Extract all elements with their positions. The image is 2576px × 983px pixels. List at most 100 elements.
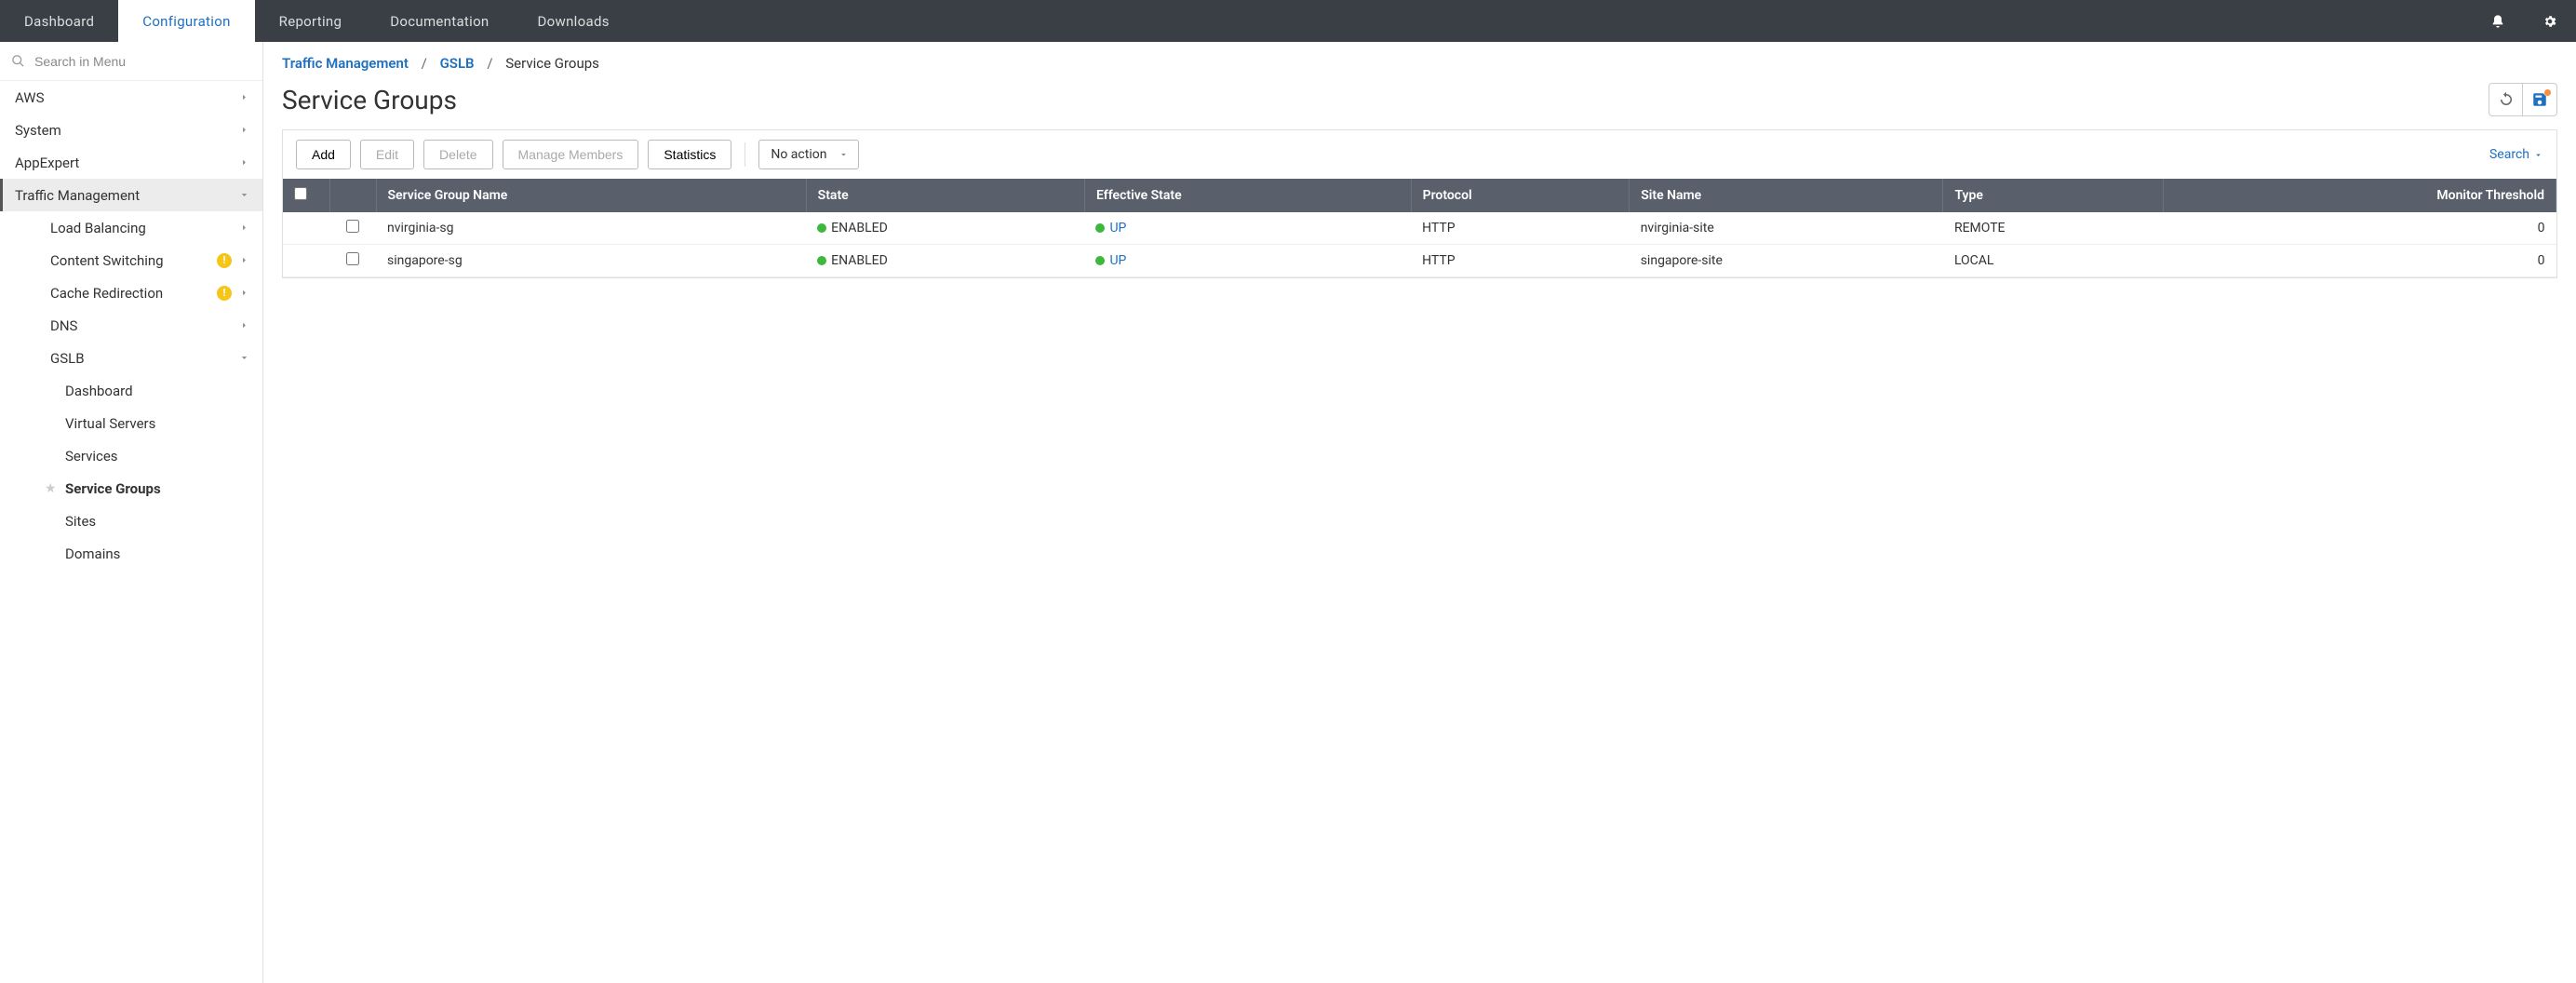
col-blank — [329, 179, 376, 212]
bell-icon — [2490, 14, 2505, 29]
row-checkbox[interactable] — [346, 252, 359, 265]
cell-state: ENABLED — [806, 245, 1084, 277]
cell-effective-state: UP — [1084, 245, 1411, 277]
main-content: Traffic Management / GSLB / Service Grou… — [263, 42, 2576, 983]
breadcrumb-sep: / — [422, 55, 427, 72]
search-label: Search — [2489, 147, 2529, 162]
statistics-button[interactable]: Statistics — [648, 140, 731, 169]
sidebar-item-traffic-management[interactable]: Traffic Management — [0, 179, 262, 211]
settings-button[interactable] — [2524, 0, 2576, 42]
action-select-label: No action — [771, 147, 826, 162]
status-dot-icon — [817, 256, 826, 265]
chevron-down-icon — [2533, 150, 2543, 160]
select-all-checkbox[interactable] — [294, 187, 307, 200]
cell-threshold: 0 — [2163, 245, 2556, 277]
sidebar-item-label: Dashboard — [65, 383, 249, 399]
sidebar-item-dashboard[interactable]: Dashboard — [0, 374, 262, 407]
title-row: Service Groups — [282, 83, 2557, 116]
col-select-all — [283, 179, 329, 212]
refresh-icon — [2498, 91, 2515, 108]
cell-protocol: HTTP — [1411, 245, 1630, 277]
cell-state: ENABLED — [806, 212, 1084, 245]
search-toggle[interactable]: Search — [2489, 147, 2543, 162]
sidebar-item-appexpert[interactable]: AppExpert — [0, 146, 262, 179]
search-icon — [11, 54, 25, 68]
sidebar-item-label: Load Balancing — [50, 220, 239, 236]
status-dot-icon — [817, 223, 826, 233]
sidebar-item-domains[interactable]: Domains — [0, 537, 262, 570]
cell-threshold: 0 — [2163, 212, 2556, 245]
sidebar: AWS System AppExpert Traffic Management Load… — [0, 42, 263, 983]
sidebar-item-aws[interactable]: AWS — [0, 81, 262, 114]
table-row[interactable]: singapore-sgENABLEDUPHTTPsingapore-siteL… — [283, 245, 2556, 277]
sidebar-item-services[interactable]: Services — [0, 439, 262, 472]
table-row[interactable]: nvirginia-sgENABLED UP HTTPnvirginia-siteR… — [283, 212, 2556, 245]
status-dot-icon — [1095, 256, 1105, 265]
sidebar-item-label: Traffic Management — [15, 187, 239, 204]
sidebar-item-label: System — [15, 122, 239, 139]
sidebar-item-cache-redirection[interactable]: Cache Redirection! — [0, 276, 262, 309]
cell-effective-state: UP — [1084, 212, 1411, 245]
effective-state-link[interactable]: UP — [1109, 221, 1126, 236]
sidebar-item-content-switching[interactable]: Content Switching! — [0, 244, 262, 276]
col-protocol[interactable]: Protocol — [1411, 179, 1630, 212]
delete-button[interactable]: Delete — [423, 140, 492, 169]
col-state[interactable]: State — [806, 179, 1084, 212]
toolbar: Add Edit Delete Manage Members Statistic… — [283, 130, 2556, 179]
nav-tab-documentation[interactable]: Documentation — [366, 0, 513, 42]
refresh-button[interactable] — [2489, 84, 2523, 115]
sidebar-item-label: AWS — [15, 89, 239, 106]
cell-type: LOCAL — [1943, 245, 2163, 277]
sidebar-item-label: Content Switching — [50, 252, 217, 269]
sidebar-item-label: GSLB — [50, 350, 239, 367]
sidebar-item-dns[interactable]: DNS — [0, 309, 262, 342]
sidebar-item-virtual-servers[interactable]: Virtual Servers — [0, 407, 262, 439]
cell-site: nvirginia-site — [1630, 212, 1943, 245]
sidebar-menu: AWS System AppExpert Traffic Management Load… — [0, 81, 262, 983]
col-site-name[interactable]: Site Name — [1630, 179, 1943, 212]
action-select[interactable]: No action — [758, 140, 859, 169]
col-effective-state[interactable]: Effective State — [1084, 179, 1411, 212]
sidebar-item-system[interactable]: System — [0, 114, 262, 146]
cell-protocol: HTTP — [1411, 212, 1630, 245]
save-button[interactable] — [2523, 84, 2556, 115]
sidebar-item-gslb[interactable]: GSLB — [0, 342, 262, 374]
effective-state-link[interactable]: UP — [1109, 253, 1126, 268]
nav-tab-reporting[interactable]: Reporting — [255, 0, 367, 42]
breadcrumb-gslb[interactable]: GSLB — [440, 55, 475, 72]
nav-tab-configuration[interactable]: Configuration — [118, 0, 254, 42]
cell-site: singapore-site — [1630, 245, 1943, 277]
cell-type: REMOTE — [1943, 212, 2163, 245]
unsaved-dot-icon — [2544, 89, 2551, 96]
nav-tab-downloads[interactable]: Downloads — [514, 0, 634, 42]
sidebar-item-label: Virtual Servers — [65, 415, 249, 432]
edit-button[interactable]: Edit — [360, 140, 414, 169]
nav-tab-dashboard[interactable]: Dashboard — [0, 0, 118, 42]
breadcrumb-sep: / — [487, 55, 492, 72]
gear-icon — [2542, 14, 2557, 29]
notifications-button[interactable] — [2472, 0, 2524, 42]
cell-name: nvirginia-sg — [376, 212, 806, 245]
add-button[interactable]: Add — [296, 140, 351, 169]
sidebar-item-label: Services — [65, 448, 249, 465]
manage-members-button[interactable]: Manage Members — [503, 140, 639, 169]
sidebar-item-label: AppExpert — [15, 155, 239, 171]
sidebar-item-load-balancing[interactable]: Load Balancing — [0, 211, 262, 244]
sidebar-item-label: DNS — [50, 317, 239, 334]
row-checkbox[interactable] — [346, 220, 359, 233]
service-groups-panel: Add Edit Delete Manage Members Statistic… — [282, 129, 2557, 278]
col-type[interactable]: Type — [1943, 179, 2163, 212]
nav-spacer — [634, 0, 2472, 42]
warning-badge-icon: ! — [217, 286, 232, 301]
service-groups-table: Service Group Name State Effective State… — [283, 179, 2556, 277]
sidebar-search-input[interactable] — [34, 54, 251, 69]
sidebar-item-sites[interactable]: Sites — [0, 505, 262, 537]
breadcrumb-current: Service Groups — [505, 55, 599, 72]
warning-badge-icon: ! — [217, 253, 232, 268]
breadcrumb-traffic-management[interactable]: Traffic Management — [282, 55, 409, 72]
col-monitor-threshold[interactable]: Monitor Threshold — [2163, 179, 2556, 212]
sidebar-item-service-groups[interactable]: Service Groups — [0, 472, 262, 505]
sidebar-item-label: Cache Redirection — [50, 285, 217, 302]
title-actions — [2489, 83, 2557, 116]
col-name[interactable]: Service Group Name — [376, 179, 806, 212]
